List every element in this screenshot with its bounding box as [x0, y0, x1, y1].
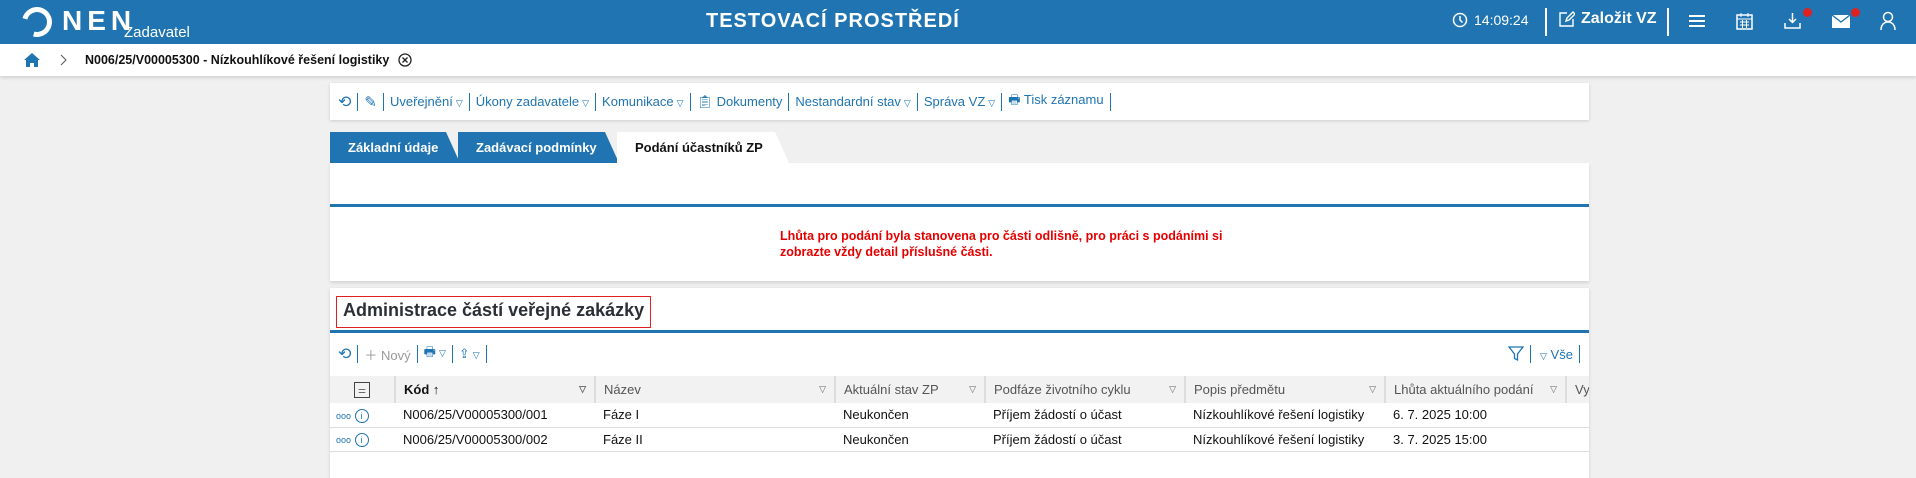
environment-title: TESTOVACÍ PROSTŘEDÍ: [706, 10, 960, 32]
printer-icon: 🖶: [1008, 91, 1021, 107]
col-nazev[interactable]: Název ▽: [595, 376, 836, 403]
col-kod[interactable]: Kód ↑ ▽: [395, 376, 596, 403]
col-popis[interactable]: Popis předmětu ▽: [1185, 376, 1386, 403]
printer-icon: 🖶: [423, 344, 436, 359]
table-row[interactable]: ooo i N006/25/V00005300/002 Fáze II Neuk…: [330, 427, 1589, 452]
export-menu[interactable]: ⇪ ▽: [459, 346, 480, 362]
parts-table: ⚌ Kód ↑ ▽ Název ▽ Aktuální stav ZP ▽ Podfáz…: [330, 376, 1589, 452]
more-icon[interactable]: ooo: [336, 411, 351, 421]
nen-logo-icon[interactable]: [16, 1, 58, 43]
chevron-right-icon: [60, 54, 67, 66]
table-header: ⚌ Kód ↑ ▽ Název ▽ Aktuální stav ZP ▽ Podfáz…: [330, 376, 1589, 403]
clipboard-icon: 📋︎: [696, 93, 714, 109]
parts-panel: Administrace částí veřejné zakázky ⟲ ＋ N…: [330, 288, 1589, 478]
more-icon[interactable]: ooo: [336, 435, 351, 445]
divider: [1667, 8, 1669, 36]
breadcrumb-current[interactable]: N006/25/V00005300 - Nízkouhlíkové řešení…: [85, 53, 389, 67]
top-bar: NEN Zadavatel TESTOVACÍ PROSTŘEDÍ 14:09:…: [0, 0, 1916, 44]
info-icon[interactable]: i: [354, 433, 369, 447]
new-button[interactable]: ＋ Nový: [364, 345, 410, 364]
user-icon[interactable]: [1880, 11, 1896, 31]
cell-kod[interactable]: N006/25/V00005300/002: [395, 427, 595, 452]
cell-podfaze: Příjem žádostí o účast: [985, 403, 1185, 428]
filter-icon[interactable]: [1508, 346, 1524, 362]
cell-stav: Neukončen: [835, 403, 985, 428]
plus-icon: ＋: [364, 347, 378, 363]
filter-toolbar: ▽ Vše: [1500, 342, 1586, 366]
menu-dokumenty[interactable]: 📋︎ Dokumenty: [697, 94, 783, 110]
filter-all[interactable]: ▽ Vše: [1537, 347, 1573, 362]
col-podfaze[interactable]: Podfáze životního cyklu ▽: [985, 376, 1186, 403]
col-lhuta[interactable]: Lhůta aktuálního podání ▽: [1385, 376, 1567, 403]
info-icon[interactable]: i: [354, 408, 369, 423]
close-icon[interactable]: [398, 53, 412, 67]
divider: [330, 204, 1589, 207]
cell-popis: Nízkouhlíkové řešení logistiky: [1185, 427, 1385, 452]
menu-uverejneni[interactable]: Uveřejnění ▽: [390, 94, 463, 109]
cell-popis: Nízkouhlíkové řešení logistiky: [1185, 403, 1385, 428]
cell-nazev: Fáze I: [595, 403, 835, 428]
tab-content: [330, 163, 1589, 281]
calendar-icon[interactable]: [1736, 12, 1753, 30]
mail-notification-dot: [1851, 8, 1860, 17]
deadline-warning: Lhůta pro podání byla stanovena pro část…: [780, 229, 1223, 259]
clock-icon: [1452, 12, 1468, 28]
column-settings[interactable]: ⚌: [330, 376, 396, 403]
cell-stav: Neukončen: [835, 427, 985, 452]
action-toolbar: ⟲ ✎ Uveřejnění ▽ Úkony zadavatele ▽ Komuni…: [330, 83, 1589, 120]
print-menu[interactable]: 🖶 ▽: [424, 343, 446, 365]
cell-podfaze: Příjem žádostí o účast: [985, 427, 1185, 452]
download-notification-dot: [1803, 8, 1812, 17]
refresh-icon[interactable]: ⟲: [338, 92, 351, 112]
tab-zakladni-udaje[interactable]: Základní údaje: [330, 132, 460, 163]
role-label: Zadavatel: [124, 24, 190, 41]
session-clock: 14:09:24: [1452, 12, 1529, 28]
tab-podani-ucastniku[interactable]: Podání účastníků ZP: [617, 132, 789, 163]
menu-tisk-zaznamu[interactable]: 🖶 Tisk záznamu: [1008, 91, 1103, 113]
col-vy[interactable]: Vy: [1566, 376, 1589, 403]
create-vz-button[interactable]: Založit VZ: [1558, 10, 1657, 28]
edit-icon: [1559, 10, 1575, 27]
divider: [330, 330, 1589, 333]
clock-time: 14:09:24: [1474, 12, 1529, 28]
tab-zadavaci-podminky[interactable]: Zadávací podmínky: [458, 132, 619, 163]
create-vz-label: Založit VZ: [1581, 10, 1657, 27]
divider: [1545, 8, 1547, 36]
table-row[interactable]: ooo i N006/25/V00005300/001 Fáze I Neuko…: [330, 403, 1589, 428]
menu-icon[interactable]: [1689, 14, 1705, 28]
cell-lhuta: 6. 7. 2025 10:00: [1385, 403, 1566, 428]
cell-nazev: Fáze II: [595, 427, 835, 452]
cell-kod[interactable]: N006/25/V00005300/001: [395, 403, 595, 428]
menu-nestandardni-stav[interactable]: Nestandardní stav ▽: [795, 94, 910, 109]
download-icon[interactable]: [1784, 12, 1801, 30]
breadcrumb: N006/25/V00005300 - Nízkouhlíkové řešení…: [0, 44, 1916, 76]
sort-up-icon: ↑: [432, 382, 440, 397]
cell-lhuta: 3. 7. 2025 15:00: [1385, 427, 1566, 452]
edit-icon[interactable]: ✎: [364, 93, 377, 111]
share-icon: ⇪: [458, 346, 470, 361]
col-stav[interactable]: Aktuální stav ZP ▽: [835, 376, 986, 403]
menu-sprava-vz[interactable]: Správa VZ ▽: [924, 94, 995, 109]
menu-komunikace[interactable]: Komunikace ▽: [602, 94, 683, 109]
mail-icon[interactable]: [1832, 15, 1850, 28]
grid-toolbar: ⟲ ＋ Nový 🖶 ▽ ⇪ ▽: [330, 342, 493, 366]
section-title: Administrace částí veřejné zakázky: [336, 296, 652, 328]
refresh-icon[interactable]: ⟲: [338, 344, 351, 364]
menu-ukony-zadavatele[interactable]: Úkony zadavatele ▽: [476, 94, 589, 109]
settings-sliders-icon: ⚌: [354, 382, 370, 398]
home-icon[interactable]: [23, 52, 41, 68]
